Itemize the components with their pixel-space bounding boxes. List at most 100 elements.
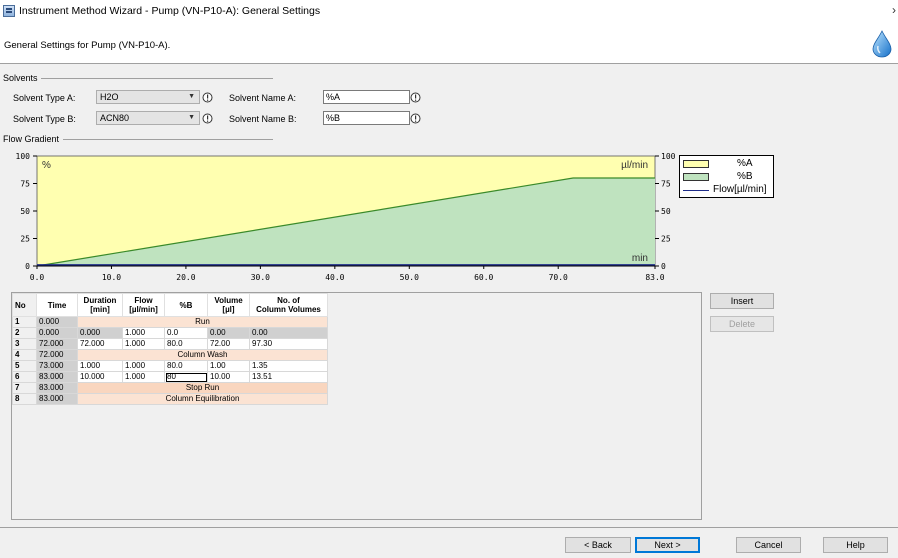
time-cell[interactable]: 83.000 — [36, 382, 78, 394]
right-unit-label: µl/min — [621, 160, 648, 171]
left-unit-label: % — [42, 160, 51, 171]
flow-cell[interactable]: 1.000 — [122, 360, 165, 372]
legend-label-b: %B — [737, 171, 753, 182]
row-number: 1 — [12, 316, 37, 328]
insert-button[interactable]: Insert — [710, 293, 774, 309]
solvent-type-a-select[interactable]: H2O ▼ — [96, 90, 200, 104]
time-cell[interactable]: 0.000 — [36, 316, 78, 328]
flow-cell[interactable]: 1.000 — [122, 327, 165, 339]
page-description: General Settings for Pump (VN-P10-A). — [4, 40, 171, 51]
solvent-type-b-select[interactable]: ACN80 ▼ — [96, 111, 200, 125]
gradient-table[interactable]: No Time Duration [min] Flow [µl/min] %B … — [12, 293, 328, 405]
solvent-name-b-input[interactable]: %B — [323, 111, 410, 125]
wizard-header: General Settings for Pump (VN-P10-A). — [0, 24, 898, 64]
column-volumes-cell[interactable]: 1.35 — [249, 360, 328, 372]
cancel-button[interactable]: Cancel — [736, 537, 801, 553]
table-row[interactable]: 6 83.000 10.000 1.000 80 10.00 13.51 — [12, 371, 328, 383]
next-button[interactable]: Next > — [635, 537, 700, 553]
column-header-volume: Volume [µl] — [207, 293, 250, 317]
table-row[interactable]: 4 72.000 Column Wash — [12, 349, 328, 361]
app-icon — [3, 5, 15, 17]
legend-swatch-flow — [683, 190, 709, 191]
column-header-no: No — [12, 293, 37, 317]
duration-cell[interactable]: 1.000 — [77, 360, 123, 372]
percent-b-cell[interactable]: 80.0 — [164, 360, 208, 372]
solvent-name-b-label: Solvent Name B: — [229, 114, 297, 124]
time-cell[interactable]: 73.000 — [36, 360, 78, 372]
time-cell[interactable]: 0.000 — [36, 327, 78, 339]
legend-swatch-b — [683, 173, 709, 181]
solvent-name-a-label: Solvent Name A: — [229, 93, 297, 103]
percent-b-cell[interactable]: 80.0 — [164, 338, 208, 350]
x-tick-label: 60.0 — [474, 273, 493, 282]
time-cell[interactable]: 83.000 — [36, 371, 78, 383]
y-right-tick-label: 0 — [661, 262, 666, 271]
y-right-tick-label: 50 — [661, 207, 671, 216]
table-row[interactable]: 2 0.000 0.000 1.000 0.0 0.00 0.00 — [12, 327, 328, 339]
info-icon[interactable] — [410, 113, 421, 124]
column-volumes-cell[interactable]: 0.00 — [249, 327, 328, 339]
section-cell[interactable]: Run — [77, 316, 328, 328]
flow-gradient-chart[interactable]: 0.0 10.0 20.0 30.0 40.0 50.0 60.0 70.0 83.0 100 7… — [0, 148, 700, 286]
section-cell[interactable]: Column Equilibration — [77, 393, 328, 405]
solvent-type-a-label: Solvent Type A: — [13, 93, 76, 103]
solvent-type-b-value: ACN80 — [100, 113, 130, 123]
duration-cell[interactable]: 72.000 — [77, 338, 123, 350]
time-cell[interactable]: 83.000 — [36, 393, 78, 405]
info-icon[interactable] — [202, 92, 213, 103]
volume-cell[interactable]: 1.00 — [207, 360, 250, 372]
solvents-group-label: Solvents — [3, 73, 38, 83]
info-icon[interactable] — [202, 113, 213, 124]
flow-cell[interactable]: 1.000 — [122, 338, 165, 350]
x-tick-label: 50.0 — [400, 273, 419, 282]
x-tick-label: 40.0 — [325, 273, 344, 282]
x-tick-label: 0.0 — [30, 273, 45, 282]
section-cell[interactable]: Stop Run — [77, 382, 328, 394]
back-button[interactable]: < Back — [565, 537, 631, 553]
column-volumes-cell[interactable]: 97.30 — [249, 338, 328, 350]
info-icon[interactable] — [410, 92, 421, 103]
time-cell[interactable]: 72.000 — [36, 338, 78, 350]
time-cell[interactable]: 72.000 — [36, 349, 78, 361]
volume-cell[interactable]: 72.00 — [207, 338, 250, 350]
column-volumes-cell[interactable]: 13.51 — [249, 371, 328, 383]
column-header-duration: Duration [min] — [77, 293, 123, 317]
water-drop-icon — [872, 30, 892, 58]
solvent-type-b-label: Solvent Type B: — [13, 114, 76, 124]
y-right-tick-label: 100 — [661, 152, 676, 161]
flow-cell[interactable]: 1.000 — [122, 371, 165, 383]
delete-button[interactable]: Delete — [710, 316, 774, 332]
duration-cell[interactable]: 0.000 — [77, 327, 123, 339]
x-tick-label: 83.0 — [645, 273, 664, 282]
footer-divider — [0, 527, 898, 528]
flow-gradient-group-line — [63, 139, 273, 140]
x-tick-label: 10.0 — [102, 273, 121, 282]
close-icon[interactable]: › — [892, 3, 896, 17]
table-header-row: No Time Duration [min] Flow [µl/min] %B … — [12, 293, 328, 317]
table-row[interactable]: 7 83.000 Stop Run — [12, 382, 328, 394]
chart-legend: %A %B Flow[µl/min] — [679, 155, 774, 198]
solvent-type-a-value: H2O — [100, 92, 119, 102]
help-button[interactable]: Help — [823, 537, 888, 553]
window-title: Instrument Method Wizard - Pump (VN-P10-… — [19, 5, 321, 17]
legend-label-flow: Flow[µl/min] — [713, 184, 767, 195]
x-tick-label: 70.0 — [549, 273, 568, 282]
percent-b-cell[interactable]: 0.0 — [164, 327, 208, 339]
y-left-tick-label: 75 — [20, 180, 30, 189]
y-left-tick-label: 100 — [16, 152, 31, 161]
volume-cell[interactable]: 0.00 — [207, 327, 250, 339]
row-number: 6 — [12, 371, 37, 383]
table-row[interactable]: 5 73.000 1.000 1.000 80.0 1.00 1.35 — [12, 360, 328, 372]
volume-cell[interactable]: 10.00 — [207, 371, 250, 383]
section-cell[interactable]: Column Wash — [77, 349, 328, 361]
table-row[interactable]: 1 0.000 Run — [12, 316, 328, 328]
legend-label-a: %A — [737, 158, 753, 169]
column-header-time: Time — [36, 293, 78, 317]
y-left-axis-ticks: 100 75 50 25 0 — [16, 152, 37, 271]
percent-b-edit-cell[interactable]: 80 — [164, 371, 208, 383]
table-row[interactable]: 3 72.000 72.000 1.000 80.0 72.00 97.30 — [12, 338, 328, 350]
solvent-name-a-input[interactable]: %A — [323, 90, 410, 104]
chevron-down-icon: ▼ — [188, 93, 195, 100]
table-row[interactable]: 8 83.000 Column Equilibration — [12, 393, 328, 405]
duration-cell[interactable]: 10.000 — [77, 371, 123, 383]
